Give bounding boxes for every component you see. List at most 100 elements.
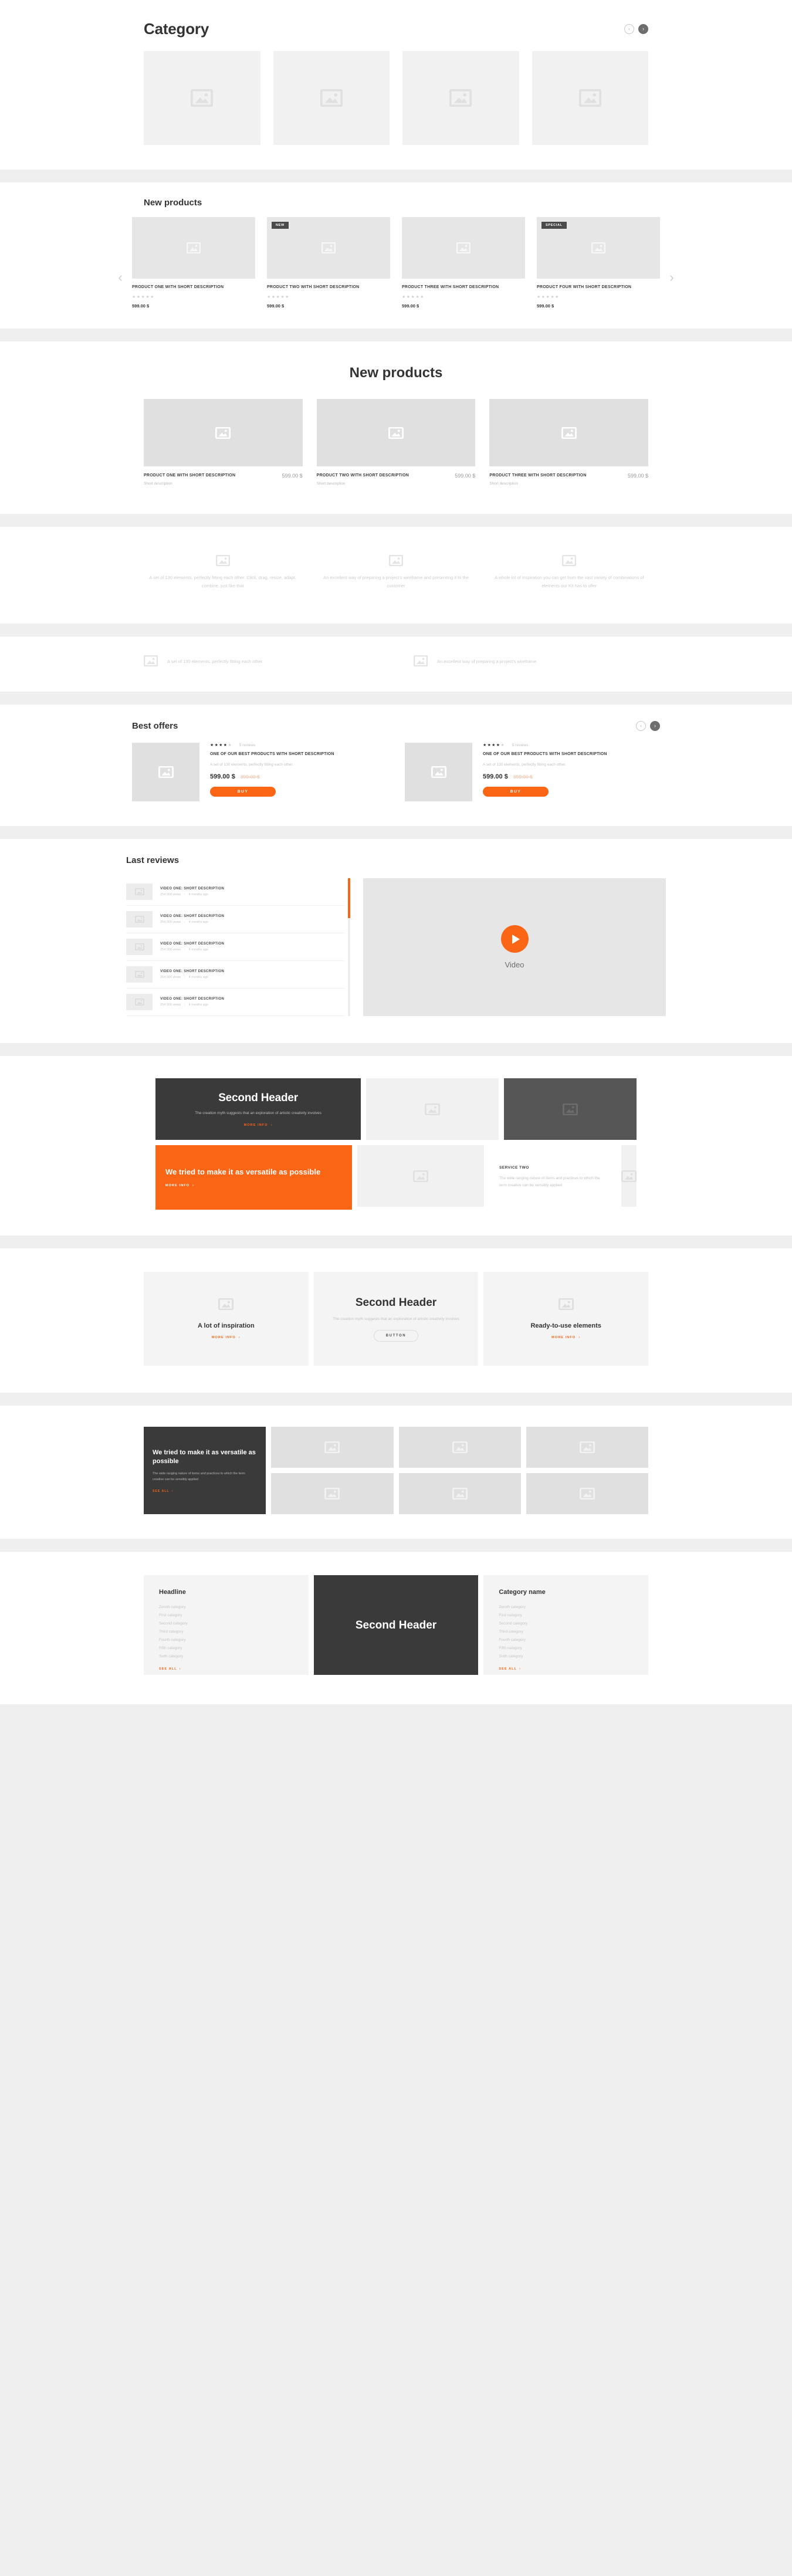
- product-card[interactable]: Product one with short description ★★★★★ 5…: [132, 217, 255, 309]
- list-item[interactable]: Sixth category: [499, 1653, 633, 1661]
- image-placeholder: [273, 51, 390, 145]
- product-price: 599.00 $: [537, 303, 554, 309]
- image-placeholder: [126, 939, 153, 956]
- image-placeholder-icon: [144, 554, 302, 566]
- rating-stars: ★★★★★: [210, 743, 232, 748]
- more-info-label: MORE INFO: [243, 1123, 268, 1127]
- page-root: Category ‹ › New products ‹ Product one …: [0, 0, 792, 1705]
- product-price: 599.00 $: [132, 303, 150, 309]
- more-info-link[interactable]: MORE INFO ›: [551, 1336, 580, 1339]
- best-offers-section: Best offers ‹ › ★★★★★ 5 reviews One of our…: [0, 705, 792, 827]
- review-item[interactable]: Video one: short description 254 000 view…: [126, 989, 344, 1017]
- list-item[interactable]: Second category: [159, 1620, 293, 1628]
- carousel-next-icon[interactable]: ›: [660, 217, 683, 285]
- carousel-prev-icon[interactable]: ‹: [109, 217, 132, 285]
- list-item[interactable]: Second category: [499, 1620, 633, 1628]
- scrollbar-thumb[interactable]: [348, 878, 350, 919]
- image-placeholder: [526, 1473, 648, 1515]
- features-row-compact: A set of 130 elements, perfectly fitting…: [143, 655, 648, 669]
- offer-old-price: 399.00 $: [513, 774, 533, 780]
- category-section: Category ‹ ›: [0, 0, 792, 170]
- chevron-right-icon: ›: [179, 1667, 181, 1671]
- list-item[interactable]: Sixth category: [159, 1653, 293, 1661]
- rating-stars: ★★★★★: [132, 295, 155, 300]
- list-item[interactable]: Third category: [159, 1628, 293, 1636]
- offers-grid: ★★★★★ 5 reviews One of our best products w…: [132, 743, 660, 802]
- image-placeholder-icon: [143, 655, 158, 669]
- card-title: Service two: [499, 1166, 529, 1170]
- list-item[interactable]: Fourth category: [159, 1636, 293, 1644]
- list-item[interactable]: Third category: [499, 1628, 633, 1636]
- image-placeholder: [398, 1473, 521, 1515]
- play-icon[interactable]: [500, 925, 529, 953]
- image-placeholder: [621, 1145, 637, 1207]
- offer-card: ★★★★★ 5 reviews One of our best products w…: [132, 743, 387, 802]
- chevron-right-icon: ›: [578, 1336, 581, 1340]
- image-placeholder: [405, 743, 472, 802]
- card-title: Ready-to-use elements: [530, 1322, 601, 1330]
- column-title: Category name: [499, 1589, 546, 1596]
- inspiration-card-left: A lot of inspiration MORE INFO ›: [144, 1272, 309, 1366]
- carousel-arrows: ‹ ›: [624, 24, 648, 34]
- review-title: Video one: short description: [160, 970, 225, 974]
- category-grid: [144, 51, 648, 145]
- reviews-list: Video one: short description 254 000 view…: [126, 878, 344, 1017]
- product-desc: Short description: [316, 481, 346, 486]
- image-placeholder: [316, 399, 476, 467]
- see-all-link[interactable]: SEE ALL ›: [159, 1667, 181, 1671]
- buy-button[interactable]: BUY: [210, 787, 276, 797]
- reviews-scrollbar[interactable]: [348, 878, 350, 1017]
- image-placeholder-icon: [558, 1298, 574, 1313]
- image-placeholder: [402, 51, 519, 145]
- product-card[interactable]: Product two with short description Short …: [316, 399, 476, 486]
- image-placeholder-icon: [218, 1298, 234, 1313]
- service-two-card: Service two The wide ranging nature of i…: [489, 1145, 616, 1210]
- list-item[interactable]: First category: [499, 1612, 633, 1620]
- more-info-link[interactable]: MORE INFO ›: [212, 1336, 241, 1339]
- image-placeholder: [489, 399, 648, 467]
- product-card[interactable]: SPECIAL Product four with short descripti…: [537, 217, 660, 309]
- review-item[interactable]: Video one: short description 254 000 view…: [126, 878, 344, 906]
- more-info-label: MORE INFO: [551, 1336, 576, 1340]
- product-name: Product four with short description: [537, 285, 632, 289]
- product-card[interactable]: Product one with short description Short …: [144, 399, 303, 486]
- rating-stars: ★★★★★: [267, 295, 290, 300]
- list-item[interactable]: Fifth category: [499, 1644, 633, 1653]
- review-item[interactable]: Video one: short description 254 000 view…: [126, 961, 344, 989]
- card-title: Second Header: [355, 1619, 437, 1631]
- product-card[interactable]: NEW Product two with short description ★★★…: [267, 217, 390, 309]
- chevron-right-icon: ›: [270, 1123, 273, 1127]
- chevron-left-icon[interactable]: ‹: [636, 721, 646, 732]
- reviews-wrapper: Video one: short description 254 000 view…: [126, 878, 666, 1017]
- list-item[interactable]: Fifth category: [159, 1644, 293, 1653]
- product-card[interactable]: Product three with short description ★★★★…: [402, 217, 525, 309]
- product-card[interactable]: Product three with short description Shor…: [489, 399, 648, 486]
- footer-column-left: Headline Zeroth category First category Se…: [144, 1575, 309, 1675]
- list-item[interactable]: Zeroth category: [499, 1603, 633, 1612]
- more-info-link[interactable]: MORE INFO ›: [244, 1123, 273, 1127]
- review-title: Video one: short description: [160, 887, 225, 891]
- chevron-left-icon[interactable]: ‹: [624, 24, 634, 34]
- review-item[interactable]: Video one: short description 254 000 view…: [126, 933, 344, 962]
- chevron-right-icon[interactable]: ›: [650, 721, 660, 732]
- list-item[interactable]: Zeroth category: [159, 1603, 293, 1612]
- list-item[interactable]: First category: [159, 1612, 293, 1620]
- more-info-label: MORE INFO: [165, 1184, 190, 1188]
- rating-stars: ★★★★★: [402, 295, 425, 300]
- see-all-link[interactable]: SEE ALL ›: [153, 1490, 257, 1493]
- offer-name: One of our best products with short desc…: [483, 752, 607, 757]
- video-player[interactable]: Video: [363, 878, 666, 1017]
- cta-button[interactable]: BUTTON: [373, 1330, 419, 1342]
- list-item[interactable]: Fourth category: [499, 1636, 633, 1644]
- section-title: Best offers: [132, 721, 178, 732]
- buy-button[interactable]: BUY: [483, 787, 549, 797]
- offer-price: 599.00 $: [210, 773, 235, 781]
- footer-dark-card: Second Header: [313, 1575, 479, 1675]
- more-info-link[interactable]: MORE INFO ›: [165, 1184, 342, 1187]
- see-all-link[interactable]: SEE ALL ›: [499, 1667, 521, 1671]
- chevron-right-icon[interactable]: ›: [638, 24, 648, 34]
- image-placeholder: [271, 1473, 394, 1515]
- orange-promo-card: We tried to make it as versatile as poss…: [155, 1145, 352, 1210]
- review-item[interactable]: Video one: short description 254 000 view…: [126, 906, 344, 934]
- image-placeholder: [126, 884, 153, 901]
